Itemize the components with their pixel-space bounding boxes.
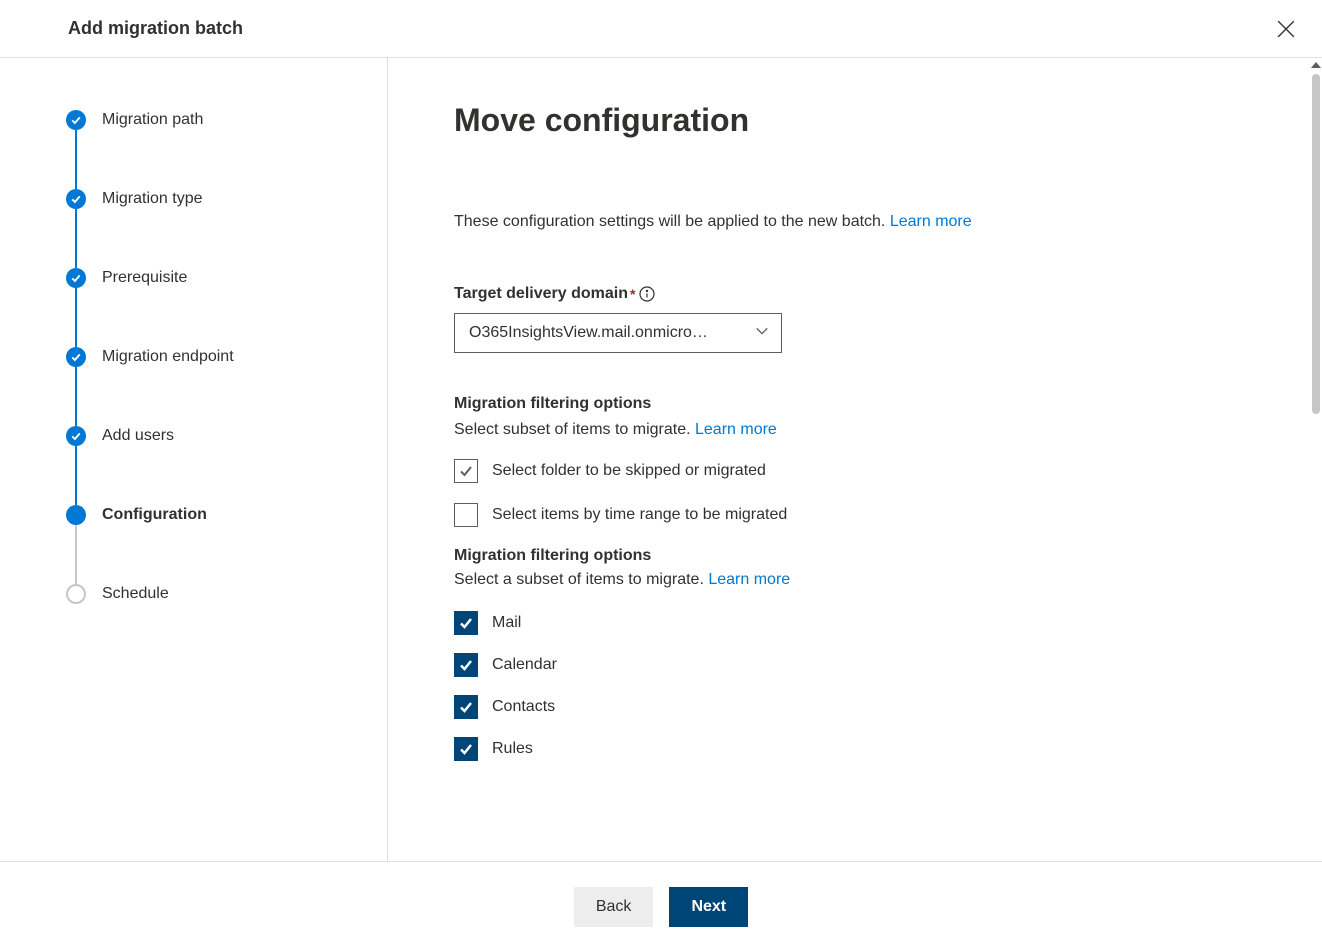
wizard-main: Move configuration These configuration s… — [388, 58, 1322, 861]
pending-step-icon — [66, 584, 86, 604]
checkbox-label: Contacts — [492, 698, 555, 716]
step-list: Migration path Migration type Prerequisi… — [66, 110, 387, 604]
wizard-sidebar: Migration path Migration type Prerequisi… — [0, 58, 388, 861]
checkbox-icon — [454, 737, 478, 761]
checkbox-label: Calendar — [492, 656, 557, 674]
checkbox-label: Select items by time range to be migrate… — [492, 506, 787, 524]
learn-more-link[interactable]: Learn more — [708, 571, 790, 588]
step-label: Configuration — [102, 505, 207, 525]
select-value: O365InsightsView.mail.onmicro… — [469, 324, 708, 342]
learn-more-link[interactable]: Learn more — [890, 213, 972, 230]
required-indicator: * — [630, 286, 635, 302]
checkmark-icon — [66, 268, 86, 288]
checkbox-label: Mail — [492, 614, 521, 632]
step-schedule[interactable]: Schedule — [66, 584, 387, 604]
checkbox-rules[interactable]: Rules — [454, 737, 1282, 761]
scroll-up-arrow-icon[interactable] — [1311, 62, 1321, 68]
step-label: Migration path — [102, 110, 203, 130]
step-migration-type[interactable]: Migration type — [66, 189, 387, 209]
step-migration-endpoint[interactable]: Migration endpoint — [66, 347, 387, 367]
step-add-users[interactable]: Add users — [66, 426, 387, 446]
learn-more-link[interactable]: Learn more — [695, 421, 777, 438]
step-prerequisite[interactable]: Prerequisite — [66, 268, 387, 288]
info-icon[interactable] — [639, 286, 655, 302]
target-domain-select[interactable]: O365InsightsView.mail.onmicro… — [454, 313, 782, 353]
checkbox-icon — [454, 459, 478, 483]
current-step-icon — [66, 505, 86, 525]
checkbox-folder-skip[interactable]: Select folder to be skipped or migrated — [454, 459, 1282, 483]
wizard-footer: Back Next — [0, 861, 1322, 951]
checkmark-icon — [66, 426, 86, 446]
step-label: Add users — [102, 426, 174, 446]
checkbox-time-range[interactable]: Select items by time range to be migrate… — [454, 503, 1282, 527]
checkbox-label: Select folder to be skipped or migrated — [492, 462, 766, 480]
checkbox-mail[interactable]: Mail — [454, 611, 1282, 635]
checkbox-icon — [454, 653, 478, 677]
step-configuration[interactable]: Configuration — [66, 505, 387, 525]
page-title: Move configuration — [454, 102, 1282, 139]
chevron-down-icon — [755, 324, 769, 343]
migration-filter-section-1: Migration filtering options Select subse… — [454, 395, 1282, 527]
migration-filter-section-2: Migration filtering options Select a sub… — [454, 547, 1282, 761]
checkbox-icon — [454, 695, 478, 719]
wizard-header: Add migration batch — [0, 0, 1322, 58]
checkbox-label: Rules — [492, 740, 533, 758]
filter-title: Migration filtering options — [454, 395, 1282, 413]
next-button[interactable]: Next — [669, 887, 748, 927]
step-label: Migration type — [102, 189, 203, 209]
scrollbar[interactable] — [1312, 74, 1320, 414]
step-label: Migration endpoint — [102, 347, 234, 367]
target-domain-label: Target delivery domain * — [454, 285, 1282, 303]
filter-title: Migration filtering options — [454, 547, 1282, 565]
wizard-title: Add migration batch — [68, 18, 243, 39]
close-icon — [1277, 20, 1295, 38]
step-label: Prerequisite — [102, 268, 187, 288]
filter-desc: Select a subset of items to migrate. Lea… — [454, 571, 1282, 589]
intro-text: These configuration settings will be app… — [454, 213, 1282, 231]
target-domain-field: Target delivery domain * O365InsightsVie… — [454, 285, 1282, 353]
checkbox-contacts[interactable]: Contacts — [454, 695, 1282, 719]
checkbox-calendar[interactable]: Calendar — [454, 653, 1282, 677]
checkmark-icon — [66, 110, 86, 130]
checkmark-icon — [66, 189, 86, 209]
close-button[interactable] — [1274, 17, 1298, 41]
checkbox-icon — [454, 503, 478, 527]
filter-desc: Select subset of items to migrate. Learn… — [454, 421, 1282, 439]
step-label: Schedule — [102, 584, 169, 604]
back-button[interactable]: Back — [574, 887, 654, 927]
checkbox-icon — [454, 611, 478, 635]
step-migration-path[interactable]: Migration path — [66, 110, 387, 130]
checkmark-icon — [66, 347, 86, 367]
